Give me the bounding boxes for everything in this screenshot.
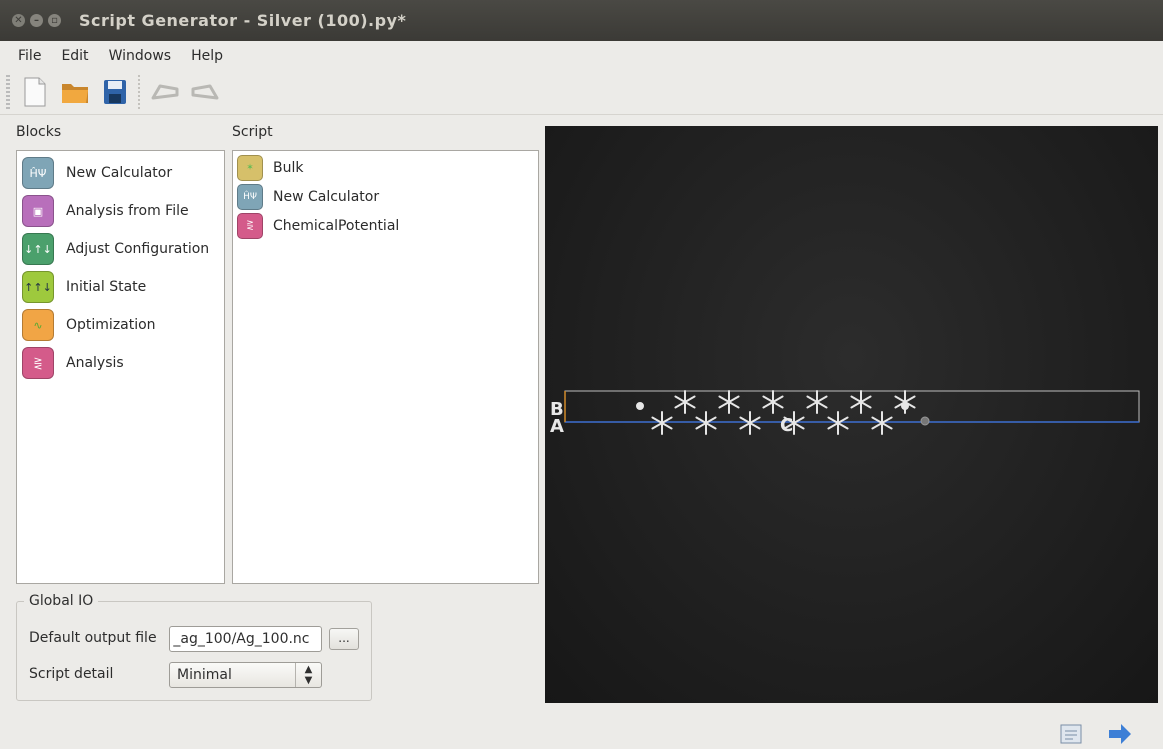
default-output-label: Default output file [29, 630, 157, 646]
close-icon: ✕ [14, 15, 23, 26]
title-bar: ✕ – ▫ Script Generator - Silver (100).py… [0, 0, 1163, 41]
block-optimization[interactable]: ∿ Optimization [17, 306, 224, 344]
document-icon [1060, 724, 1082, 744]
block-label: Analysis [66, 355, 124, 371]
adjust-icon: ↓↑↓ [22, 233, 54, 265]
block-label: Optimization [66, 317, 156, 333]
save-icon [104, 80, 126, 104]
chevron-updown-icon: ▲ ▼ [295, 663, 321, 687]
maximize-icon: ▫ [51, 15, 58, 26]
browse-button[interactable]: ... [329, 628, 359, 650]
minimize-window-button[interactable]: – [30, 14, 43, 27]
toolbar-grip[interactable] [6, 75, 10, 109]
script-item-label: ChemicalPotential [273, 217, 400, 234]
minimize-icon: – [34, 15, 39, 26]
script-item-label: Bulk [273, 159, 304, 176]
close-window-button[interactable]: ✕ [12, 14, 25, 27]
undo-icon [151, 84, 179, 100]
global-io-legend: Global IO [24, 593, 99, 609]
block-label: Adjust Configuration [66, 241, 210, 257]
optimization-icon: ∿ [22, 309, 54, 341]
blocks-list[interactable]: ĤΨ New Calculator ▣ Analysis from File ↓… [16, 150, 225, 584]
toolbar [0, 70, 1163, 115]
structure-view[interactable]: B A C [545, 126, 1158, 703]
script-detail-select[interactable]: Minimal ▲ ▼ [169, 662, 322, 688]
atom-node [901, 402, 909, 410]
script-item-new-calculator[interactable]: ĤΨ New Calculator [233, 182, 538, 211]
script-list[interactable]: ✶ Bulk ĤΨ New Calculator ⋛ ChemicalPoten… [232, 150, 539, 584]
bulk-icon: ✶ [237, 154, 263, 181]
maximize-window-button[interactable]: ▫ [48, 14, 61, 27]
redo-button[interactable] [190, 77, 220, 107]
disk-icon: ▣ [22, 195, 54, 227]
editor-button[interactable] [1059, 723, 1085, 745]
calculator-icon: ĤΨ [22, 157, 54, 189]
menu-file[interactable]: File [18, 48, 41, 64]
block-label: Initial State [66, 279, 147, 295]
blocks-label: Blocks [16, 124, 62, 140]
default-output-value: _ag_100/Ag_100.nc [172, 631, 310, 647]
save-button[interactable] [100, 77, 130, 107]
script-label: Script [232, 124, 273, 140]
menu-help[interactable]: Help [191, 48, 223, 64]
origin-marker [920, 416, 930, 426]
block-initial-state[interactable]: ↑↑↓ Initial State [17, 268, 224, 306]
block-analysis[interactable]: ⋛ Analysis [17, 344, 224, 382]
new-file-icon [24, 77, 46, 107]
right-arrow-icon [1109, 724, 1131, 744]
script-item-label: New Calculator [273, 188, 380, 205]
menu-edit[interactable]: Edit [61, 48, 88, 64]
send-button[interactable] [1107, 723, 1133, 745]
arrows-icon: ↑↑↓ [22, 271, 54, 303]
block-label: New Calculator [66, 165, 173, 181]
analysis-icon: ⋛ [237, 212, 263, 239]
atom-node [636, 402, 644, 410]
script-detail-value: Minimal [177, 667, 232, 683]
axis-label-a: A [550, 416, 564, 437]
menu-windows[interactable]: Windows [109, 48, 172, 64]
open-folder-icon [62, 84, 88, 103]
analysis-icon: ⋛ [22, 347, 54, 379]
window-title: Script Generator - Silver (100).py* [79, 11, 407, 30]
block-adjust-configuration[interactable]: ↓↑↓ Adjust Configuration [17, 230, 224, 268]
block-new-calculator[interactable]: ĤΨ New Calculator [17, 154, 224, 192]
script-item-bulk[interactable]: ✶ Bulk [233, 153, 538, 182]
redo-icon [191, 84, 219, 100]
open-file-button[interactable] [60, 77, 90, 107]
structure-viewer[interactable]: B A C [545, 126, 1158, 703]
atom-lattice [636, 390, 916, 435]
undo-button[interactable] [150, 77, 180, 107]
block-label: Analysis from File [66, 203, 189, 219]
menu-bar: File Edit Windows Help [0, 41, 1163, 70]
default-output-field[interactable]: _ag_100/Ag_100.nc [169, 626, 322, 652]
block-analysis-from-file[interactable]: ▣ Analysis from File [17, 192, 224, 230]
toolbar-separator [138, 75, 140, 109]
script-item-chemicalpotential[interactable]: ⋛ ChemicalPotential [233, 211, 538, 240]
calculator-icon: ĤΨ [237, 183, 263, 210]
script-detail-label: Script detail [29, 666, 114, 682]
new-file-button[interactable] [20, 77, 50, 107]
